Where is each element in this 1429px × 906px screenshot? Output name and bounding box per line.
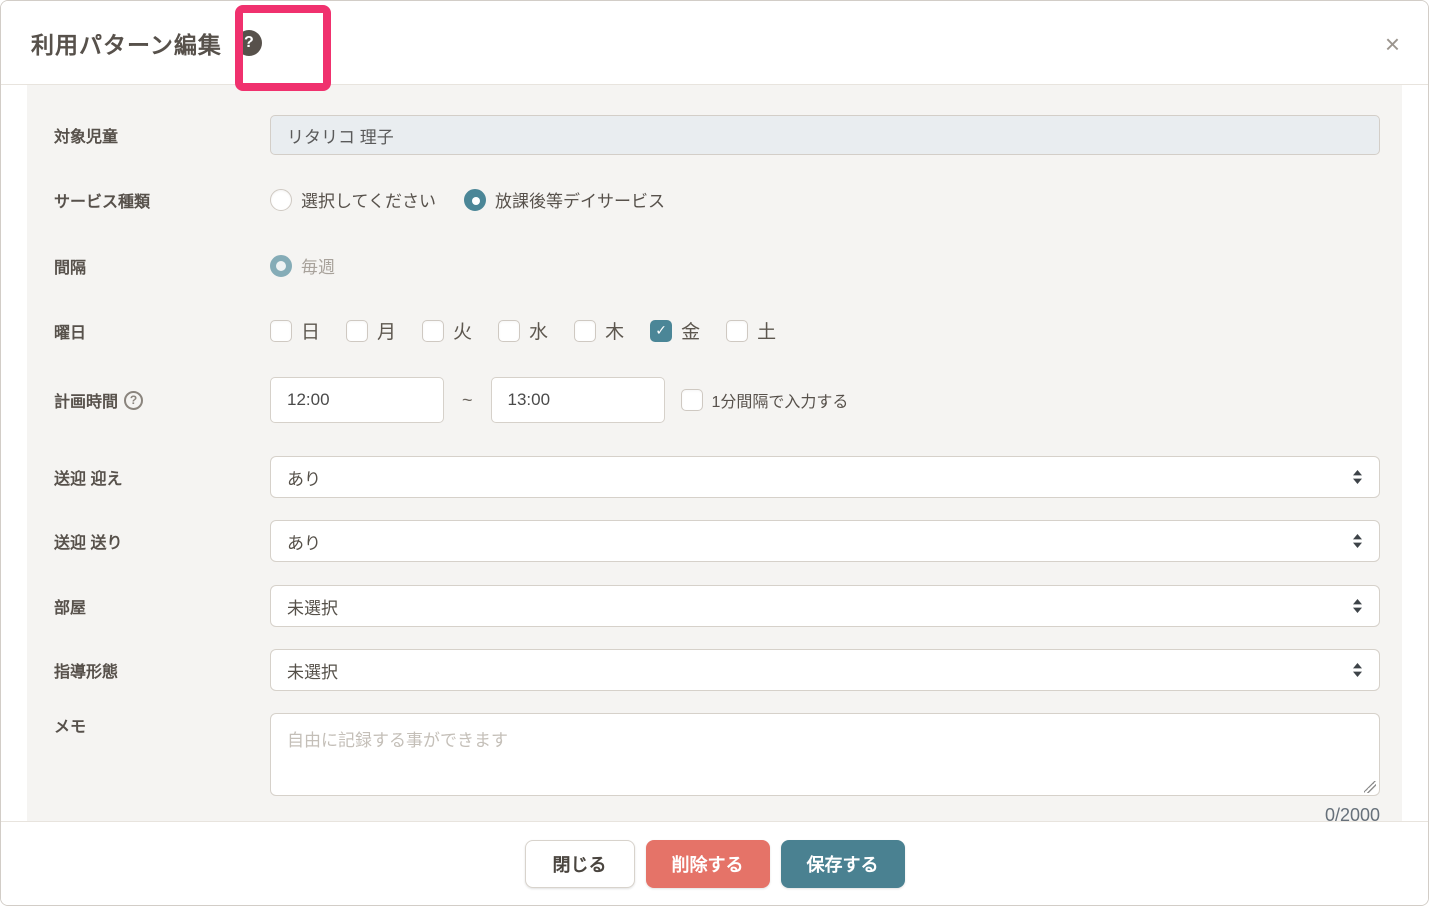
updown-arrows-icon — [1352, 470, 1363, 484]
modal-footer: 閉じる 削除する 保存する — [1, 821, 1428, 905]
planned-time-help-icon[interactable]: ? — [124, 390, 144, 410]
target-child-label: 対象児童 — [54, 129, 119, 146]
checkbox-icon: ✓ — [270, 319, 292, 342]
service-type-radio-afterschool[interactable]: 放課後等デイサービス — [463, 187, 665, 212]
teaching-format-label: 指導形態 — [54, 664, 119, 681]
room-select-value: 未選択 — [287, 598, 338, 618]
weekday-checkbox-fri[interactable]: ✓ 金 — [650, 317, 700, 344]
radio-icon — [463, 188, 486, 211]
updown-arrows-icon — [1352, 663, 1363, 677]
row-weekday: 曜日 ✓ 日 ✓ 月 ✓ 火 ✓ 水 — [54, 317, 1380, 344]
row-pickup: 送迎 迎え あり — [54, 456, 1380, 498]
day-label: 土 — [757, 322, 777, 343]
service-type-label: サービス種類 — [54, 193, 151, 211]
pickup-label: 送迎 迎え — [54, 471, 123, 488]
close-button[interactable]: 閉じる — [524, 839, 635, 888]
updown-arrows-icon — [1352, 534, 1363, 548]
planned-time-label: 計画時間 ? — [54, 388, 270, 412]
checkbox-icon: ✓ — [346, 319, 369, 342]
help-icon-glyph: ? — [243, 33, 254, 51]
service-type-radio-unselected[interactable]: 選択してください — [270, 187, 436, 212]
save-button[interactable]: 保存する — [780, 839, 905, 888]
checkbox-icon: ✓ — [650, 319, 673, 342]
resize-handle-icon[interactable] — [1364, 781, 1376, 793]
day-label: 日 — [301, 322, 321, 343]
start-time-input[interactable] — [270, 377, 444, 423]
pickup-select[interactable]: あり — [270, 456, 1380, 498]
weekday-checkbox-sat[interactable]: ✓ 土 — [726, 317, 776, 344]
row-target-child: 対象児童 — [54, 115, 1380, 155]
row-room: 部屋 未選択 — [54, 585, 1380, 627]
modal-header: 利用パターン編集 ? × — [1, 1, 1428, 91]
minute-interval-label: 1分間隔で入力する — [711, 394, 849, 411]
day-label: 月 — [377, 322, 397, 343]
row-dropoff: 送迎 送り あり — [54, 520, 1380, 562]
checkbox-icon: ✓ — [422, 319, 445, 342]
modal-body: 対象児童 サービス種類 選択してください 放課後等デイサービス — [1, 85, 1428, 821]
planned-time-label-text: 計画時間 — [54, 394, 119, 411]
help-icon[interactable]: ? — [235, 29, 262, 56]
checkbox-icon: ✓ — [498, 319, 521, 342]
close-icon[interactable]: × — [1385, 31, 1400, 57]
day-label: 火 — [453, 322, 473, 343]
day-label: 金 — [681, 322, 701, 343]
check-icon: ✓ — [655, 322, 667, 338]
radio-icon — [270, 188, 292, 211]
radio-label: 選択してください — [301, 192, 436, 211]
edit-usage-pattern-modal: 利用パターン編集 ? × 対象児童 サービス種類 選択してください — [0, 0, 1429, 906]
day-label: 木 — [605, 322, 625, 343]
weekday-label: 曜日 — [54, 324, 87, 342]
checkbox-icon: ✓ — [680, 389, 703, 411]
weekday-checkbox-wed[interactable]: ✓ 水 — [498, 317, 548, 344]
help-glyph: ? — [129, 393, 138, 407]
day-label: 水 — [529, 322, 549, 343]
row-service-type: サービス種類 選択してください 放課後等デイサービス — [54, 187, 1380, 212]
dropoff-label: 送迎 送り — [54, 535, 123, 552]
modal-title: 利用パターン編集 — [31, 31, 222, 58]
target-child-input — [270, 115, 1380, 155]
room-label: 部屋 — [54, 600, 87, 617]
pickup-select-value: あり — [287, 469, 321, 489]
minute-interval-checkbox[interactable]: ✓ 1分間隔で入力する — [680, 388, 849, 412]
row-memo: メモ — [54, 713, 1380, 801]
memo-textarea[interactable] — [270, 713, 1380, 796]
room-select[interactable]: 未選択 — [270, 585, 1380, 627]
updown-arrows-icon — [1352, 599, 1363, 613]
weekday-checkbox-tue[interactable]: ✓ 火 — [422, 317, 472, 344]
interval-label: 間隔 — [54, 259, 87, 277]
teaching-format-select-value: 未選択 — [287, 662, 338, 682]
row-teaching-format: 指導形態 未選択 — [54, 649, 1380, 691]
memo-label: メモ — [54, 719, 87, 736]
weekday-checkbox-thu[interactable]: ✓ 木 — [574, 317, 624, 344]
time-separator: ~ — [462, 389, 473, 410]
weekday-checkbox-mon[interactable]: ✓ 月 — [346, 317, 396, 344]
end-time-input[interactable] — [490, 377, 665, 423]
dropoff-select[interactable]: あり — [270, 520, 1380, 562]
form-panel: 対象児童 サービス種類 選択してください 放課後等デイサービス — [27, 85, 1402, 821]
row-planned-time: 計画時間 ? ~ ✓ 1分間隔で入力する — [54, 377, 1380, 423]
row-memo-counter: 0/2000 — [54, 805, 1380, 821]
interval-radio-weekly: 毎週 — [270, 253, 335, 278]
teaching-format-select[interactable]: 未選択 — [270, 649, 1380, 691]
row-interval: 間隔 毎週 — [54, 253, 1380, 278]
checkbox-icon: ✓ — [574, 319, 597, 342]
weekday-checkbox-sun[interactable]: ✓ 日 — [270, 317, 320, 344]
checkbox-icon: ✓ — [726, 319, 749, 342]
radio-icon — [270, 254, 292, 277]
delete-button[interactable]: 削除する — [645, 839, 770, 888]
radio-label: 毎週 — [301, 258, 335, 277]
memo-char-counter: 0/2000 — [1324, 805, 1380, 821]
dropoff-select-value: あり — [287, 533, 321, 553]
radio-label: 放課後等デイサービス — [494, 192, 665, 211]
